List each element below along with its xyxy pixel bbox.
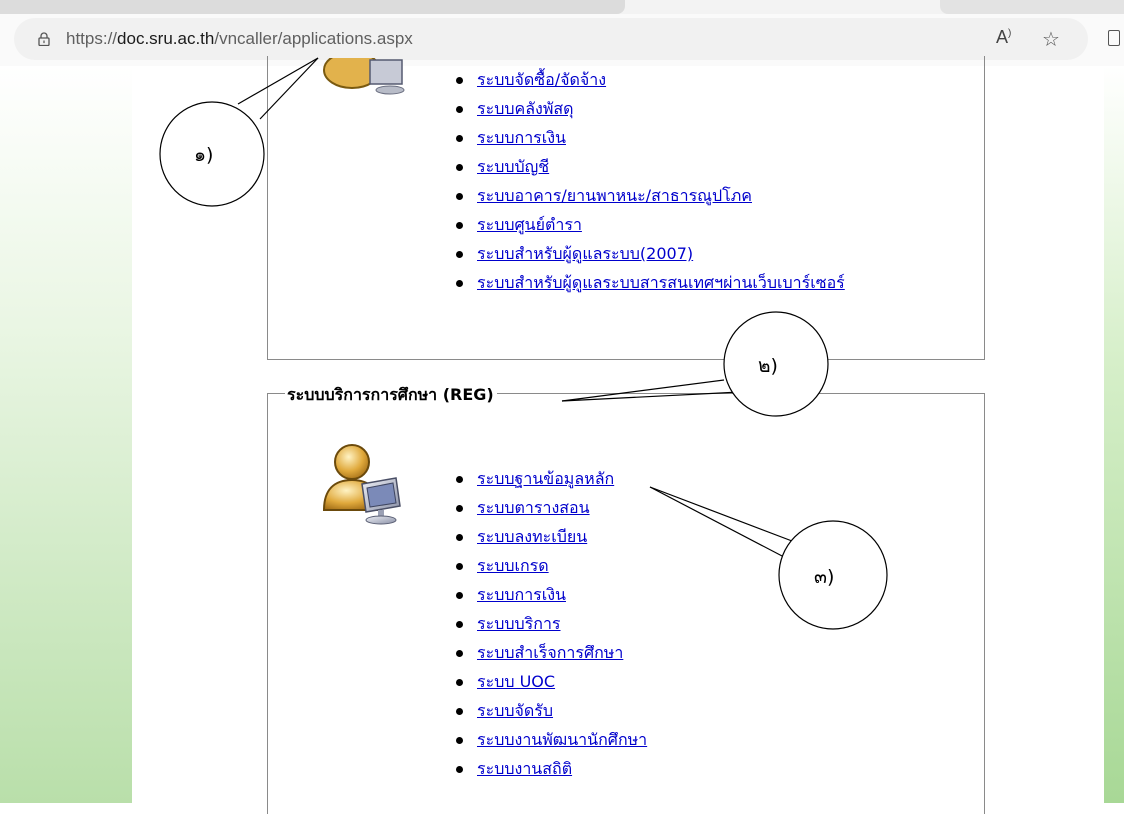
callout-1: ๑): [159, 57, 319, 207]
callout-2: ๒): [561, 311, 829, 417]
callout-1-label: ๑): [194, 144, 213, 166]
callout-3: ๓): [649, 486, 888, 630]
callout-3-label: ๓): [814, 566, 834, 588]
callout-2-label: ๒): [758, 355, 778, 377]
annotation-overlay: ๑) ๒) ๓): [159, 57, 888, 630]
